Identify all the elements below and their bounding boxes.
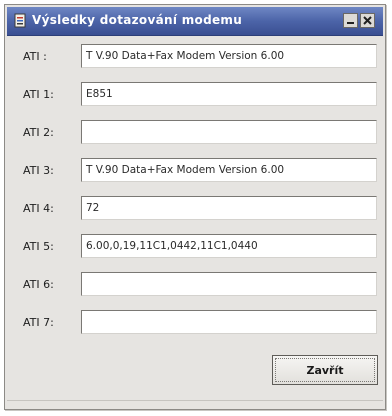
ati-row: ATI : T V.90 Data+Fax Modem Version 6.00	[13, 43, 379, 71]
ati7-field[interactable]	[81, 310, 377, 334]
ati2-row: ATI 2:	[13, 119, 379, 147]
ati6-label: ATI 6:	[23, 278, 54, 291]
window-title: Výsledky dotazování modemu	[32, 13, 243, 27]
ati2-field[interactable]	[81, 120, 377, 144]
dialog-bottom-edge	[7, 400, 383, 407]
ati1-label: ATI 1:	[23, 88, 54, 101]
ati5-label: ATI 5:	[23, 240, 54, 253]
ati6-field[interactable]	[81, 272, 377, 296]
dialog-body: ATI : T V.90 Data+Fax Modem Version 6.00…	[13, 43, 379, 401]
title-bar[interactable]: Výsledky dotazování modemu	[7, 7, 383, 36]
ati2-label: ATI 2:	[23, 126, 54, 139]
ati7-label: ATI 7:	[23, 316, 54, 329]
ati6-row: ATI 6:	[13, 271, 379, 299]
ati-field[interactable]: T V.90 Data+Fax Modem Version 6.00	[81, 44, 377, 68]
ati-label: ATI :	[23, 50, 47, 63]
ati7-row: ATI 7:	[13, 309, 379, 337]
app-icon	[14, 13, 26, 28]
modem-query-results-dialog: Výsledky dotazování modemu ATI : T V.90 …	[4, 4, 386, 410]
ati3-row: ATI 3: T V.90 Data+Fax Modem Version 6.0…	[13, 157, 379, 185]
ati3-field[interactable]: T V.90 Data+Fax Modem Version 6.00	[81, 158, 377, 182]
window-controls	[343, 13, 375, 28]
ati5-field[interactable]: 6.00,0,19,11C1,0442,11C1,0440	[81, 234, 377, 258]
ati4-row: ATI 4: 72	[13, 195, 379, 223]
minimize-icon[interactable]	[343, 13, 358, 28]
ati4-field[interactable]: 72	[81, 196, 377, 220]
ati3-label: ATI 3:	[23, 164, 54, 177]
close-button[interactable]: Zavřít	[272, 355, 378, 385]
ati1-row: ATI 1: E851	[13, 81, 379, 109]
ati4-label: ATI 4:	[23, 202, 54, 215]
close-icon[interactable]	[360, 13, 375, 28]
ati1-field[interactable]: E851	[81, 82, 377, 106]
ati5-row: ATI 5: 6.00,0,19,11C1,0442,11C1,0440	[13, 233, 379, 261]
